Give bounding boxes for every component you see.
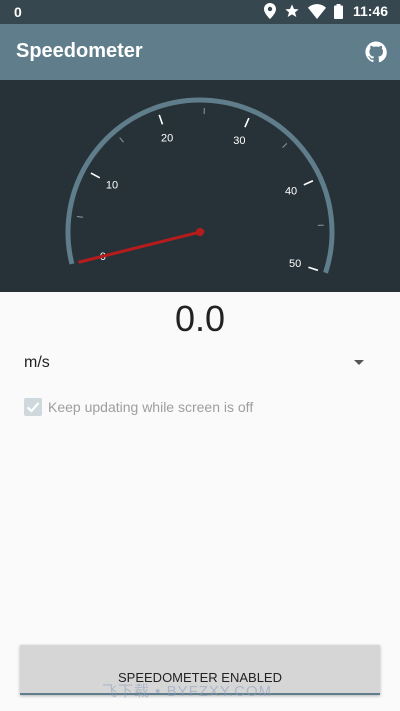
battery-icon — [333, 3, 343, 19]
gauge-minor-tick — [76, 215, 83, 218]
keep-updating-label: Keep updating while screen is off — [48, 399, 254, 415]
gauge-label: 50 — [289, 258, 301, 270]
wifi-icon — [307, 3, 326, 19]
location-icon — [263, 3, 276, 19]
app-bar: Speedometer — [0, 24, 400, 80]
github-button[interactable] — [364, 40, 388, 64]
app-title: Speedometer — [16, 40, 143, 62]
gauge-label: 30 — [233, 135, 245, 147]
unit-select[interactable]: m/s — [24, 350, 370, 378]
star-icon — [285, 4, 299, 17]
gauge-needle — [78, 228, 205, 264]
unit-select-value: m/s — [24, 354, 50, 371]
watermark-text: 飞下载 • BYFZXY.COM — [102, 683, 273, 700]
gauge-major-tick — [308, 266, 319, 272]
status-notification-count: 0 — [14, 4, 22, 20]
gauge-minor-tick — [119, 137, 124, 143]
dropdown-arrow-icon — [354, 360, 364, 365]
checkmark-icon — [26, 402, 40, 413]
needle-line — [78, 229, 205, 264]
status-bar: 0 11:46 — [0, 0, 400, 24]
status-icons: 11:46 — [263, 3, 388, 19]
gauge-major-tick — [158, 114, 164, 125]
gauge-major-tick — [244, 117, 250, 128]
status-time: 11:46 — [352, 3, 388, 19]
gauge-label: 10 — [106, 179, 118, 191]
gauge-minor-tick — [282, 143, 288, 149]
gauge-major-tick — [90, 172, 101, 179]
gauge-major-tick — [303, 180, 314, 186]
speed-value: 0.0 — [174, 298, 226, 339]
needle-hub — [196, 228, 204, 236]
gauge-dial: 01020304050 — [65, 97, 335, 274]
speedometer-gauge: 01020304050 — [0, 80, 400, 292]
keep-updating-checkbox[interactable] — [24, 398, 42, 416]
gauge-label: 40 — [285, 186, 297, 198]
github-icon — [365, 41, 387, 63]
gauge-label: 20 — [161, 133, 173, 145]
